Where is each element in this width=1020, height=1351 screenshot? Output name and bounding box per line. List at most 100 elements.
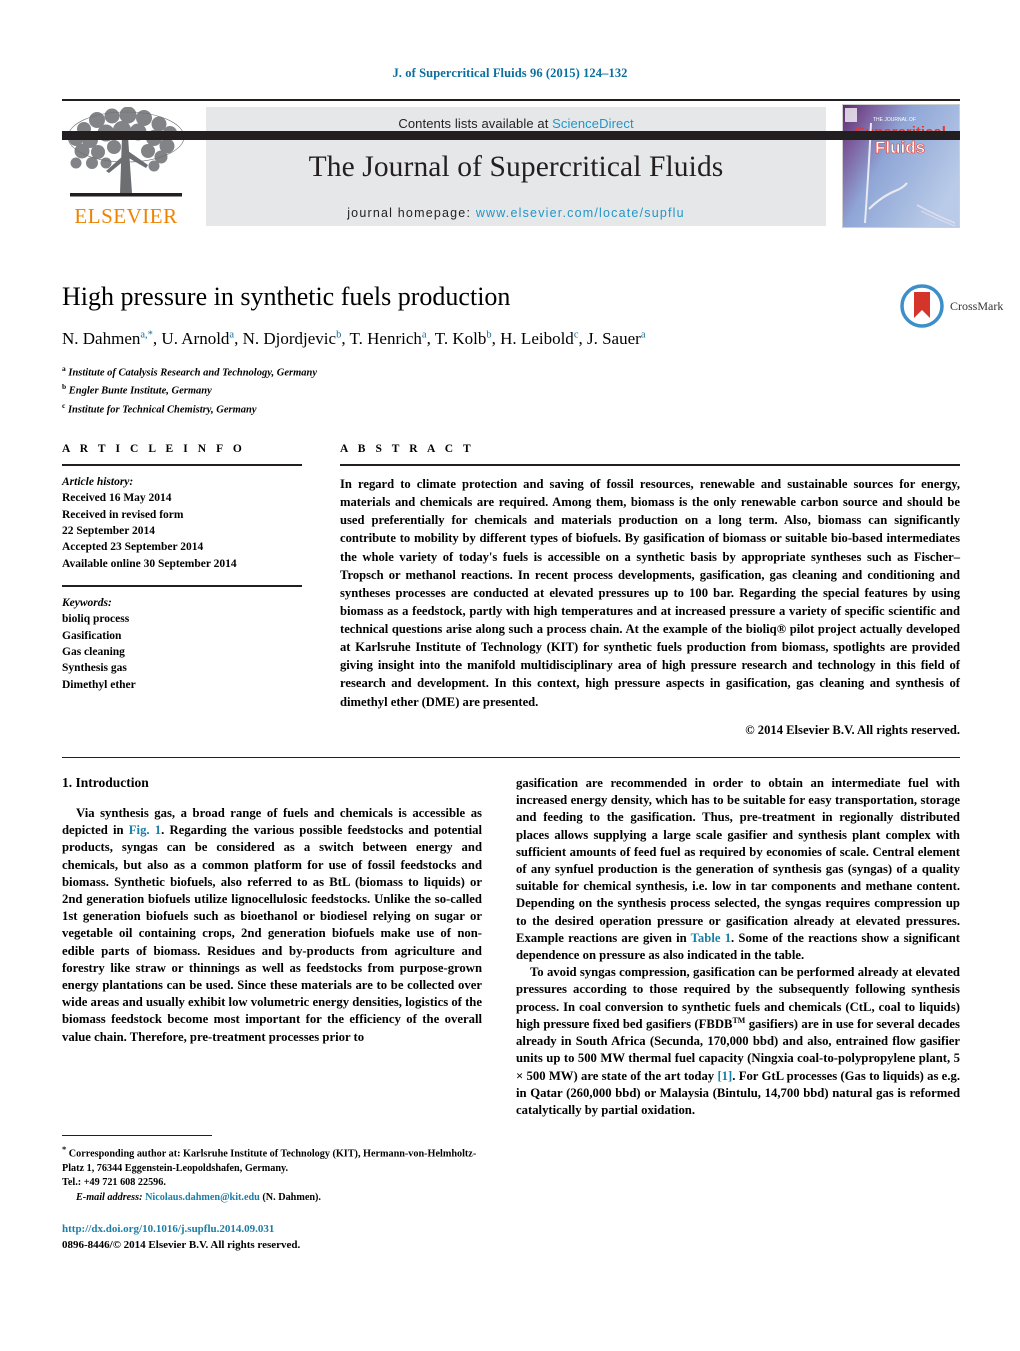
right-text-a: gasification are recommended in order to… bbox=[516, 776, 960, 945]
author-mark: a bbox=[640, 329, 646, 341]
corresponding-author-text: Corresponding author at: Karlsruhe Insti… bbox=[62, 1148, 477, 1174]
author-name: U. Arnold bbox=[161, 328, 230, 348]
author-mark: a,* bbox=[140, 329, 153, 341]
keywords-block: Keywords: bioliq process Gasification Ga… bbox=[62, 595, 302, 693]
article-history: Article history: Received 16 May 2014 Re… bbox=[62, 474, 302, 572]
corresponding-author-note: * Corresponding author at: Karlsruhe Ins… bbox=[62, 1143, 482, 1176]
affiliation-text: Institute for Technical Chemistry, Germa… bbox=[67, 404, 257, 416]
contents-available-line: Contents lists available at ScienceDirec… bbox=[398, 116, 633, 131]
keyword-item: Gasification bbox=[62, 629, 122, 642]
doi-block: http://dx.doi.org/10.1016/j.supflu.2014.… bbox=[62, 1222, 482, 1254]
table-reference-link[interactable]: Table 1 bbox=[691, 931, 731, 945]
journal-homepage-link[interactable]: www.elsevier.com/locate/supflu bbox=[476, 206, 685, 220]
history-line: Received 16 May 2014 bbox=[62, 492, 172, 505]
sciencedirect-link[interactable]: ScienceDirect bbox=[552, 116, 634, 131]
elsevier-wordmark: ELSEVIER bbox=[74, 204, 178, 228]
author-entry: N. Dahmena,* bbox=[62, 329, 153, 348]
citation-reference-link[interactable]: [1] bbox=[717, 1069, 732, 1083]
affiliation-item: b Engler Bunte Institute, Germany bbox=[62, 381, 960, 399]
email-line: E-mail address: Nicolaus.dahmen@kit.edu … bbox=[62, 1191, 482, 1205]
keyword-item: Gas cleaning bbox=[62, 645, 125, 658]
right-paragraph-1: gasification are recommended in order to… bbox=[516, 775, 960, 964]
footnote-rule bbox=[62, 1135, 212, 1136]
keyword-item: Dimethyl ether bbox=[62, 678, 136, 691]
author-name: H. Leibold bbox=[500, 328, 574, 348]
author-entry: T. Kolbb bbox=[435, 329, 492, 348]
email-link[interactable]: Nicolaus.dahmen@kit.edu bbox=[145, 1192, 260, 1203]
affiliation-mark: a bbox=[62, 364, 66, 374]
telephone-line: Tel.: +49 721 608 22596. bbox=[62, 1177, 166, 1189]
affiliation-item: c Institute for Technical Chemistry, Ger… bbox=[62, 400, 960, 418]
body-column-right: gasification are recommended in order to… bbox=[516, 775, 960, 1119]
intro-paragraph-left: Via synthesis gas, a broad range of fuel… bbox=[62, 805, 482, 1046]
author-entry: J. Sauera bbox=[587, 329, 646, 348]
keyword-item: bioliq process bbox=[62, 613, 130, 626]
elsevier-logo: ELSEVIER bbox=[62, 107, 190, 227]
elsevier-tree-icon bbox=[67, 107, 185, 197]
trademark-mark: TM bbox=[732, 1015, 746, 1025]
intro-text-b: . Regarding the various possible feedsto… bbox=[62, 823, 482, 1044]
author-entry: N. Djordjevicb bbox=[243, 329, 342, 348]
keywords-label: Keywords: bbox=[62, 596, 112, 609]
page-title: High pressure in synthetic fuels product… bbox=[62, 282, 511, 311]
author-name: T. Kolb bbox=[434, 328, 487, 348]
author-entry: U. Arnolda bbox=[161, 329, 234, 348]
footnote-block: * Corresponding author at: Karlsruhe Ins… bbox=[62, 1143, 482, 1205]
article-info-heading: A R T I C L E I N F O bbox=[62, 443, 246, 455]
body-separator-rule bbox=[62, 757, 960, 758]
abstract-text: In regard to climate protection and savi… bbox=[340, 477, 960, 709]
masthead-center-band: Contents lists available at ScienceDirec… bbox=[206, 107, 826, 226]
abstract-heading: A B S T R A C T bbox=[340, 443, 475, 455]
history-line: Accepted 23 September 2014 bbox=[62, 541, 204, 554]
svg-text:THE JOURNAL OF: THE JOURNAL OF bbox=[873, 117, 916, 123]
author-name: N. Dahmen bbox=[62, 328, 141, 348]
author-entry: H. Leiboldc bbox=[500, 329, 578, 348]
email-label: E-mail address: bbox=[76, 1191, 143, 1203]
masthead-top-rule bbox=[62, 99, 960, 101]
journal-article-page: J. of Supercritical Fluids 96 (2015) 124… bbox=[0, 0, 1020, 1351]
author-entry: T. Henricha bbox=[350, 329, 427, 348]
affiliation-mark: c bbox=[62, 400, 66, 410]
author-name: T. Henrich bbox=[349, 328, 422, 348]
title-block: High pressure in synthetic fuels product… bbox=[62, 282, 960, 418]
abstract-column: A B S T R A C T In regard to climate pro… bbox=[340, 443, 960, 738]
keywords-rule bbox=[62, 584, 302, 587]
email-suffix: (N. Dahmen). bbox=[259, 1191, 321, 1203]
author-name: N. Djordjevic bbox=[242, 328, 337, 348]
crossmark-icon bbox=[900, 284, 944, 328]
affiliation-text: Engler Bunte Institute, Germany bbox=[68, 385, 212, 397]
contents-prefix: Contents lists available at bbox=[398, 116, 553, 131]
homepage-prefix: journal homepage: bbox=[347, 206, 476, 220]
history-line: 22 September 2014 bbox=[62, 524, 156, 537]
body-column-left: 1. Introduction Via synthesis gas, a bro… bbox=[62, 775, 482, 1046]
history-line: Available online 30 September 2014 bbox=[62, 557, 237, 570]
issn-copyright-line: 0896-8446/© 2014 Elsevier B.V. All right… bbox=[62, 1238, 301, 1251]
affiliation-item: a Institute of Catalysis Research and Te… bbox=[62, 363, 960, 381]
author-name: J. Sauer bbox=[586, 328, 641, 348]
abstract-copyright: © 2014 Elsevier B.V. All rights reserved… bbox=[745, 722, 960, 737]
figure-reference-link[interactable]: Fig. 1 bbox=[129, 823, 161, 837]
affiliation-mark: b bbox=[62, 382, 67, 392]
abstract-rule bbox=[340, 464, 960, 466]
section-heading-introduction: 1. Introduction bbox=[62, 775, 149, 790]
crossmark-badge[interactable]: CrossMark bbox=[900, 282, 1020, 330]
journal-cover-thumbnail[interactable]: THE JOURNAL OF Supercritical Fluids bbox=[842, 104, 960, 228]
svg-text:Fluids: Fluids bbox=[875, 138, 925, 157]
journal-title: The Journal of Supercritical Fluids bbox=[308, 151, 724, 183]
author-list: N. Dahmena,*, U. Arnolda, N. Djordjevicb… bbox=[62, 328, 646, 348]
running-head: J. of Supercritical Fluids 96 (2015) 124… bbox=[392, 66, 628, 80]
article-info-column: A R T I C L E I N F O Article history: R… bbox=[62, 443, 302, 693]
journal-cover-art: THE JOURNAL OF Supercritical Fluids bbox=[843, 105, 959, 227]
article-history-label: Article history: bbox=[62, 476, 134, 488]
journal-masthead: ELSEVIER Contents lists available at Sci… bbox=[62, 99, 960, 229]
right-paragraph-2: To avoid syngas compression, gasificatio… bbox=[516, 964, 960, 1119]
masthead-bottom-rule bbox=[62, 131, 960, 140]
history-line: Received in revised form bbox=[62, 508, 184, 521]
affiliation-list: a Institute of Catalysis Research and Te… bbox=[62, 363, 960, 418]
crossmark-label: CrossMark bbox=[950, 298, 1004, 313]
affiliation-text: Institute of Catalysis Research and Tech… bbox=[68, 367, 317, 379]
article-info-rule bbox=[62, 464, 302, 466]
keyword-item: Synthesis gas bbox=[62, 662, 127, 675]
doi-link[interactable]: http://dx.doi.org/10.1016/j.supflu.2014.… bbox=[62, 1222, 482, 1238]
journal-homepage-line: journal homepage: www.elsevier.com/locat… bbox=[347, 206, 685, 220]
